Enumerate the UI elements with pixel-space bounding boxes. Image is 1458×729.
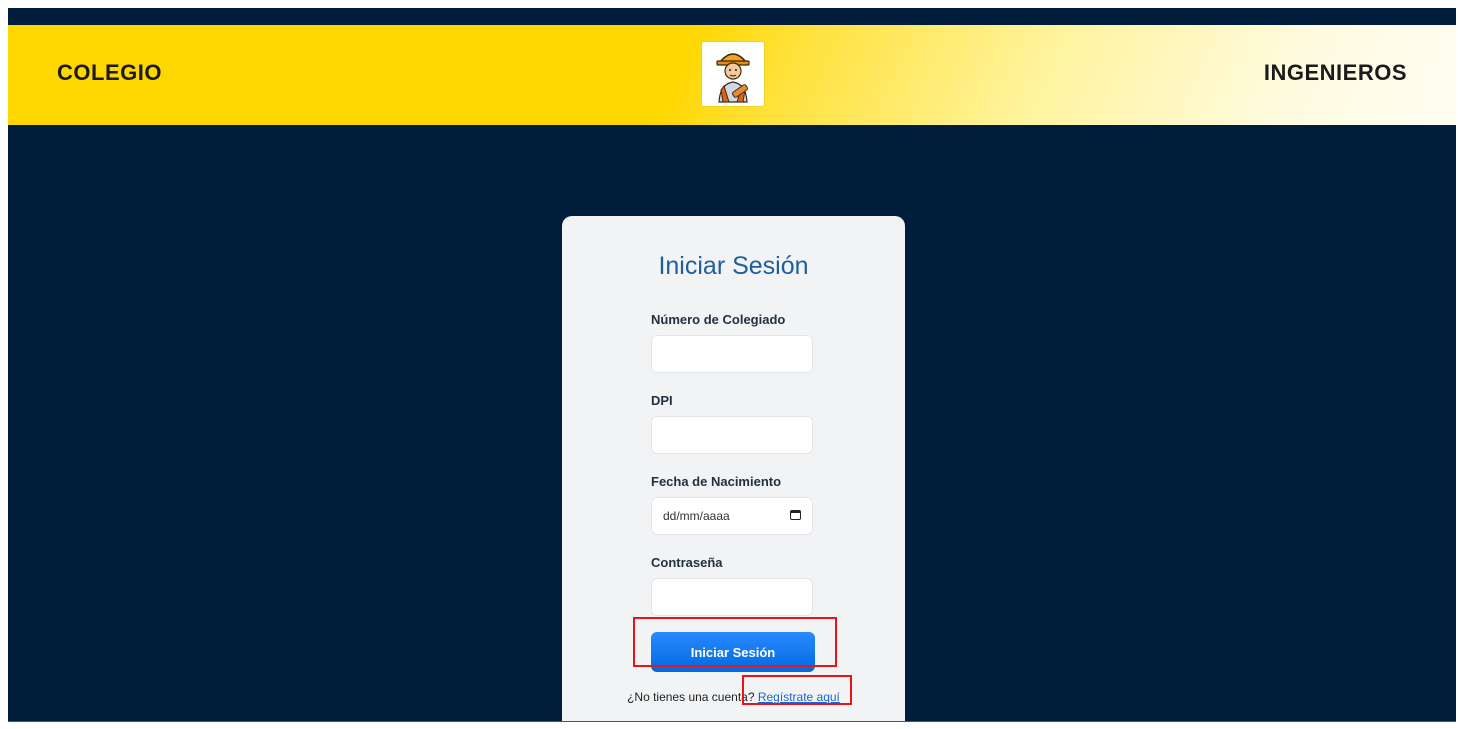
dpi-label: DPI — [651, 393, 673, 408]
colegiado-input[interactable] — [651, 335, 813, 373]
password-input[interactable] — [651, 578, 813, 616]
colegiado-label: Número de Colegiado — [651, 312, 786, 327]
login-title: Iniciar Sesión — [658, 252, 809, 280]
brand-right-title: INGENIEROS — [1263, 60, 1407, 85]
annotation-box-register — [742, 675, 852, 705]
password-label: Contraseña — [651, 555, 723, 570]
annotation-box-login — [633, 617, 837, 667]
birthdate-label: Fecha de Nacimiento — [651, 474, 782, 489]
brand-left-title: COLEGIO — [57, 60, 162, 85]
calendar-icon[interactable] — [790, 510, 801, 520]
dpi-input[interactable] — [651, 416, 813, 454]
engineer-icon — [702, 42, 764, 106]
birthdate-placeholder: dd/mm/aaaa — [663, 509, 730, 523]
register-prompt: ¿No tienes una cuenta? — [627, 690, 755, 704]
site-header: COLEGIO INGENIEROS — [8, 25, 1456, 125]
app-frame: COLEGIO INGENIEROS Iniciar Sesión Número… — [8, 8, 1456, 722]
birthdate-input[interactable]: dd/mm/aaaa — [651, 497, 813, 535]
bottom-divider — [8, 721, 1456, 722]
register-row: ¿No tienes una cuenta? Regístrate aquí — [562, 690, 905, 704]
